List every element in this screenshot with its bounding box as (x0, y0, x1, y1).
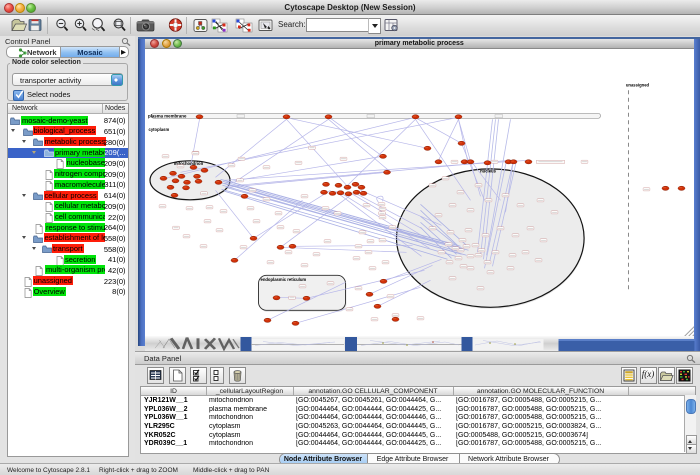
svg-text:plasma membrane: plasma membrane (148, 113, 187, 118)
svg-text:nucleus: nucleus (480, 168, 496, 173)
svg-text:endoplasmic reticulum: endoplasmic reticulum (260, 276, 306, 281)
svg-text:unassigned: unassigned (625, 82, 649, 87)
svg-text:cytoplasm: cytoplasm (148, 126, 169, 131)
